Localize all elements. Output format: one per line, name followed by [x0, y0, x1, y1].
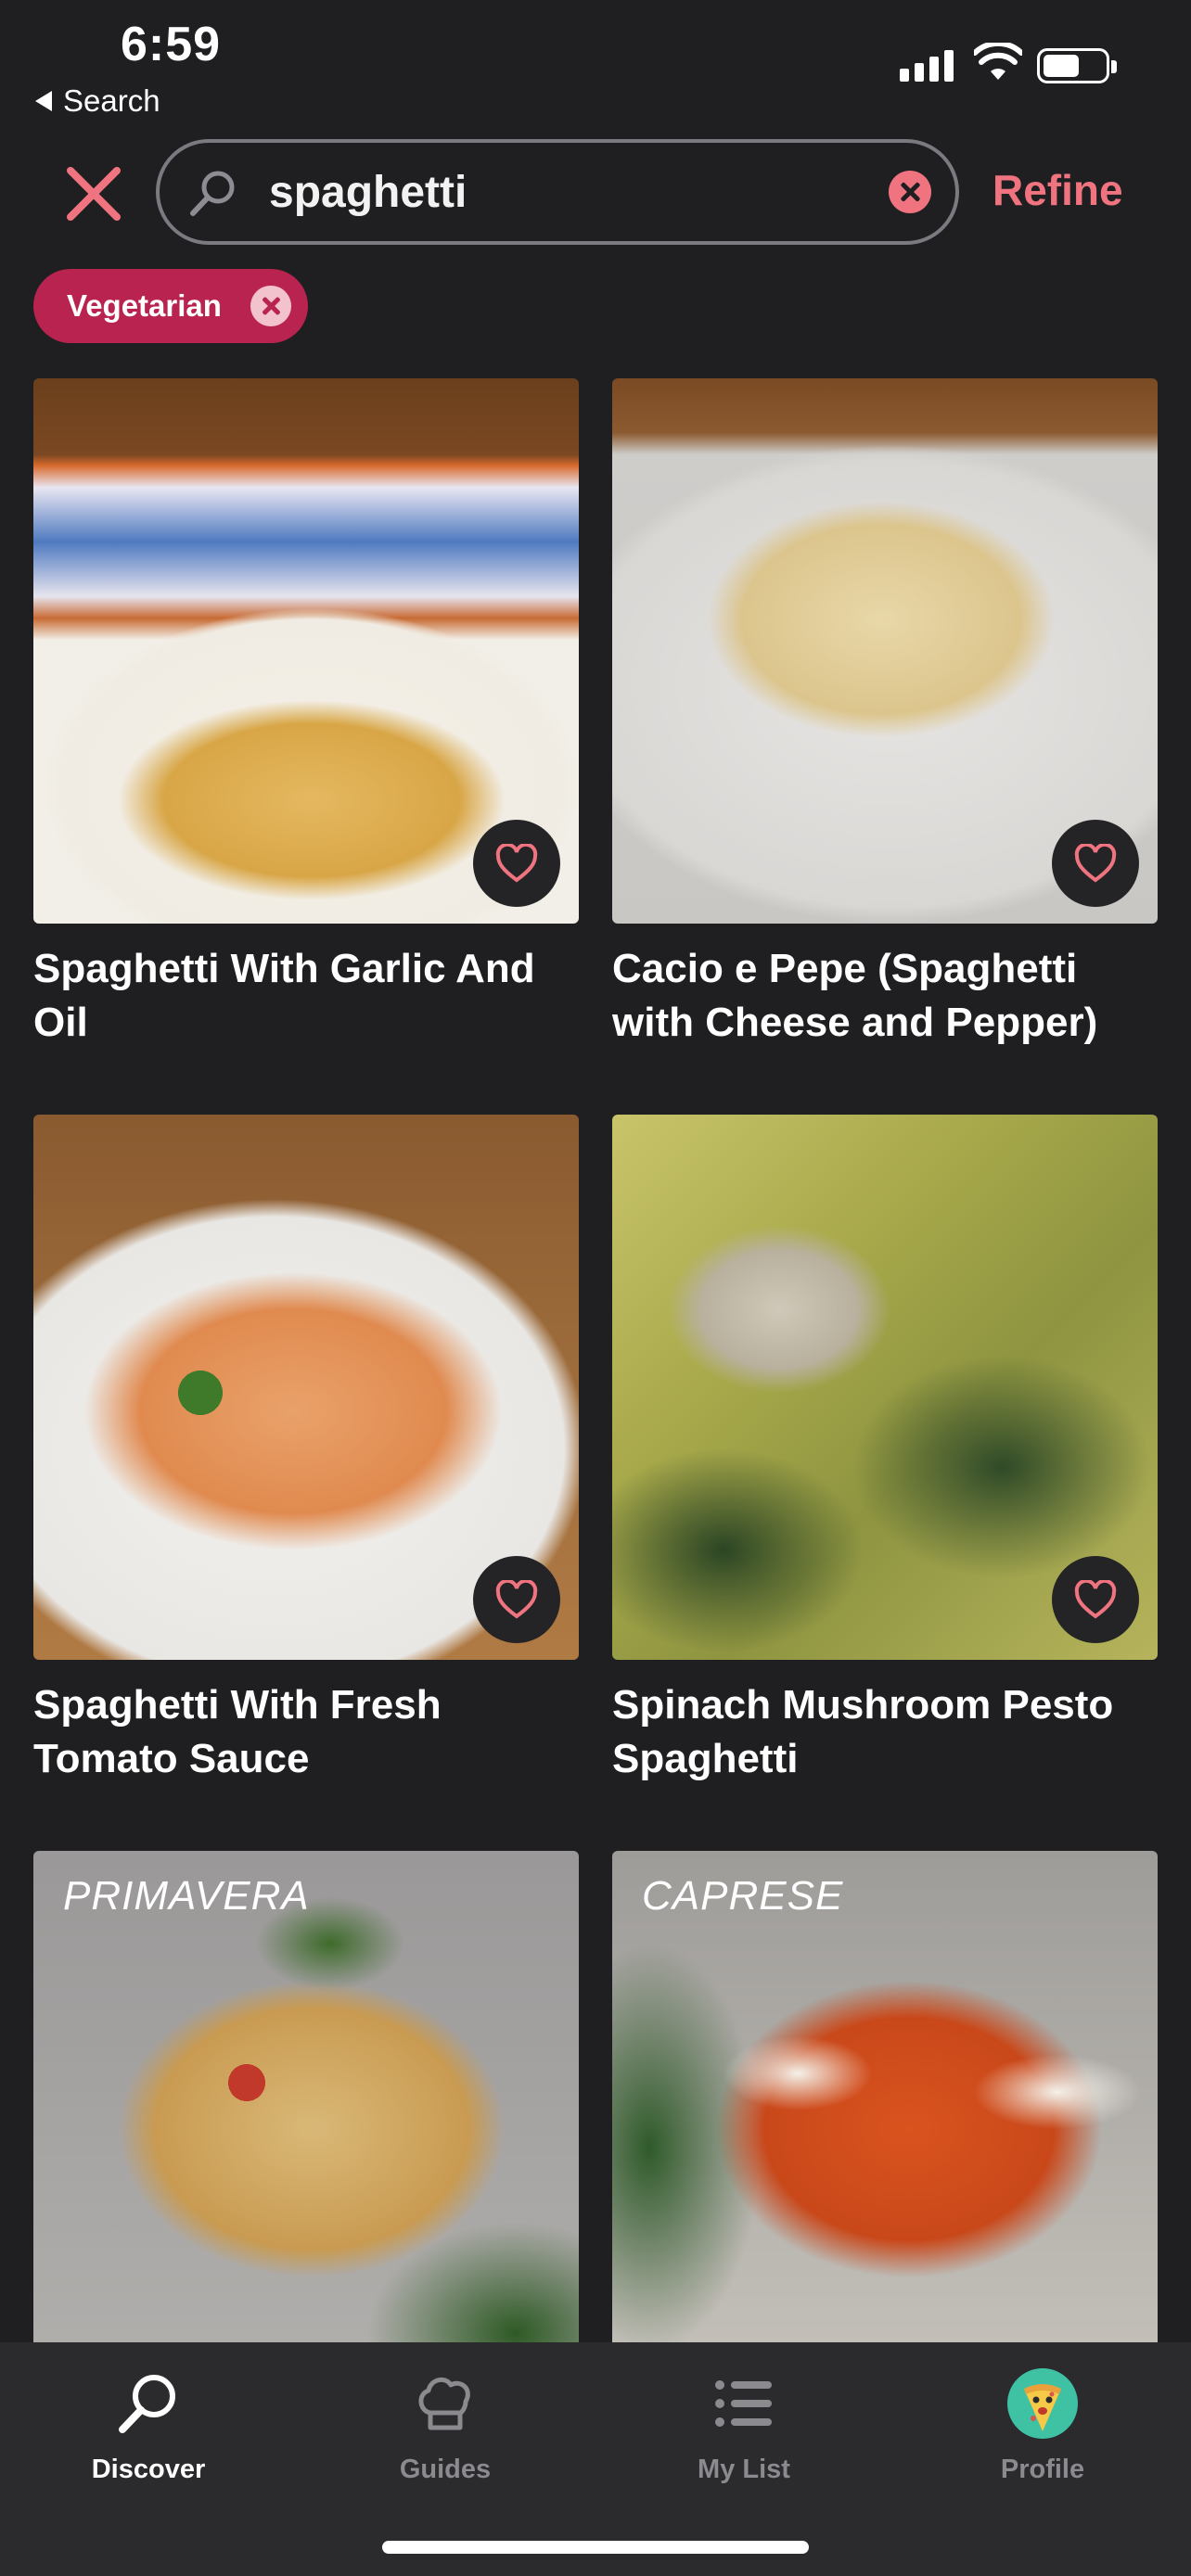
tab-guides[interactable]: Guides — [334, 2366, 557, 2506]
search-query[interactable]: spaghetti — [269, 167, 467, 218]
recipe-title[interactable]: Spaghetti With Fresh Tomato Sauce — [33, 1678, 579, 1786]
search-icon — [119, 2375, 175, 2433]
cellular-signal-icon — [900, 46, 954, 82]
list-icon — [715, 2380, 772, 2427]
tab-label: My List — [698, 2455, 790, 2484]
heart-icon — [1074, 1580, 1117, 1619]
recipe-image[interactable]: CAPRESE — [612, 1851, 1158, 2396]
recipe-card[interactable]: Spinach Mushroom Pesto Spaghetti — [612, 1115, 1158, 1786]
status-time: 6:59 — [121, 18, 222, 71]
favorite-button[interactable] — [1052, 820, 1139, 907]
heart-icon — [495, 844, 538, 883]
avatar — [1007, 2368, 1078, 2439]
tab-my-list[interactable]: My List — [633, 2366, 855, 2506]
filter-chip-label: Vegetarian — [67, 288, 222, 323]
heart-icon — [495, 1580, 538, 1619]
favorite-button[interactable] — [473, 1556, 560, 1643]
back-to-search-link[interactable]: Search — [35, 83, 160, 119]
status-bar: 6:59 Search — [0, 0, 1191, 130]
recipe-image[interactable] — [33, 1115, 579, 1660]
back-arrow-icon — [35, 91, 52, 111]
recipe-overlay-label: CAPRESE — [642, 1873, 844, 1919]
search-icon — [190, 171, 235, 216]
recipe-image[interactable] — [612, 1115, 1158, 1660]
refine-button[interactable]: Refine — [992, 165, 1123, 215]
tab-label: Profile — [1000, 2455, 1085, 2484]
clear-search-button[interactable] — [889, 171, 931, 213]
tab-label: Guides — [399, 2455, 492, 2484]
recipe-image[interactable] — [33, 378, 579, 924]
back-label: Search — [63, 83, 160, 118]
recipe-image[interactable] — [612, 378, 1158, 924]
recipe-title[interactable]: Spaghetti With Garlic And Oil — [33, 942, 579, 1050]
wifi-icon — [974, 43, 1022, 80]
recipe-overlay-label: PRIMAVERA — [63, 1873, 310, 1919]
recipe-card[interactable]: Cacio e Pepe (Spaghetti with Cheese and … — [612, 378, 1158, 1050]
recipe-card[interactable]: Spaghetti With Fresh Tomato Sauce — [33, 1115, 579, 1786]
tab-label: Discover — [91, 2455, 206, 2484]
favorite-button[interactable] — [1052, 1556, 1139, 1643]
recipe-image[interactable]: PRIMAVERA — [33, 1851, 579, 2396]
filter-chip-vegetarian[interactable]: Vegetarian — [33, 269, 308, 343]
close-icon[interactable] — [63, 163, 124, 224]
battery-icon — [1037, 48, 1117, 83]
home-indicator[interactable] — [382, 2541, 809, 2554]
recipe-card[interactable]: CAPRESE — [612, 1851, 1158, 2415]
recipe-card[interactable]: Spaghetti With Garlic And Oil — [33, 378, 579, 1050]
tab-discover[interactable]: Discover — [37, 2366, 260, 2506]
remove-filter-icon[interactable] — [250, 286, 291, 326]
favorite-button[interactable] — [473, 820, 560, 907]
search-input[interactable]: spaghetti — [156, 139, 959, 245]
recipe-title[interactable]: Spinach Mushroom Pesto Spaghetti — [612, 1678, 1158, 1786]
recipe-card[interactable]: PRIMAVERA — [33, 1851, 579, 2415]
tab-profile[interactable]: Profile — [931, 2366, 1154, 2506]
recipe-title[interactable]: Cacio e Pepe (Spaghetti with Cheese and … — [612, 942, 1158, 1050]
heart-icon — [1074, 844, 1117, 883]
chef-hat-icon — [418, 2377, 470, 2430]
